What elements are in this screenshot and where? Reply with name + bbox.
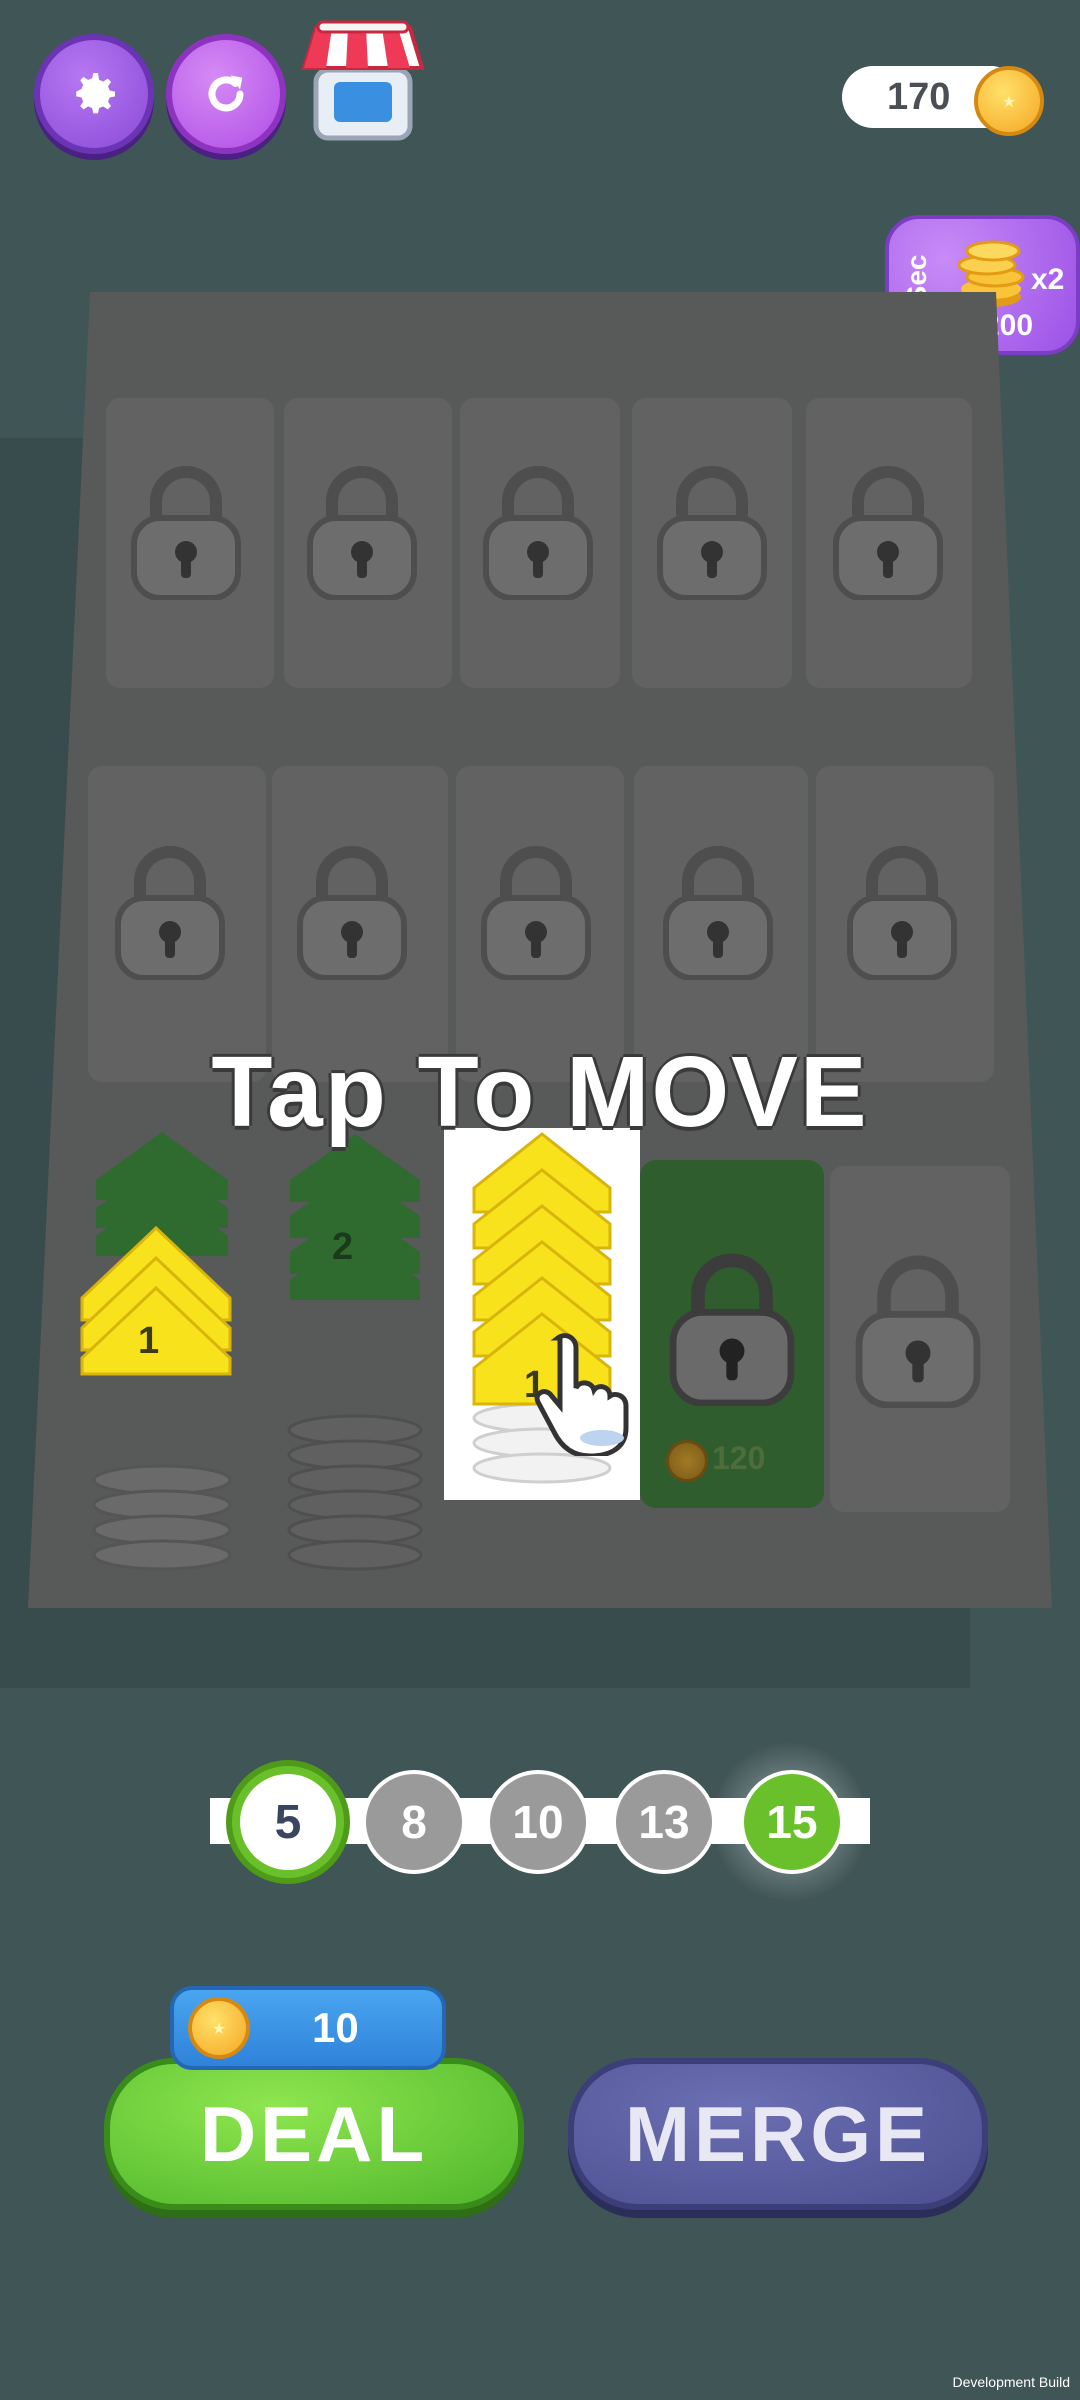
lock-icon <box>657 466 767 600</box>
bonus-multiplier: x2 <box>1031 263 1065 296</box>
restart-icon <box>208 75 244 112</box>
coin-balance-value: 170 <box>887 75 951 118</box>
stack-column-2[interactable]: 2 <box>270 1120 440 1590</box>
merge-button[interactable]: MERGE <box>568 2058 988 2210</box>
lock-icon <box>115 846 225 980</box>
settings-button[interactable] <box>34 34 154 154</box>
coin-icon <box>666 1440 708 1482</box>
milestone-node: 8 <box>362 1770 466 1874</box>
lock-icon <box>297 846 407 980</box>
lock-icon <box>833 466 943 600</box>
restart-button[interactable] <box>166 34 286 154</box>
stack-top-value: 2 <box>332 1226 354 1268</box>
lock-icon <box>847 846 957 980</box>
lock-icon <box>307 466 417 600</box>
deal-label: DEAL <box>199 2089 429 2178</box>
stack-column-1[interactable]: 1 <box>76 1120 248 1590</box>
milestone-node: 13 <box>612 1770 716 1874</box>
lock-icon <box>131 466 241 600</box>
chip-stack <box>80 1132 232 1571</box>
tap-to-move-hint: Tap To MOVE <box>211 1036 869 1148</box>
gear-icon <box>76 73 115 114</box>
merge-label: MERGE <box>624 2089 932 2178</box>
slot-price: 120 <box>712 1440 766 1476</box>
milestone-label: 5 <box>240 1774 336 1870</box>
lock-icon <box>481 846 591 980</box>
lock-icon <box>855 1255 981 1408</box>
shop-icon <box>301 20 425 141</box>
coin-icon: ★ <box>188 1997 250 2059</box>
stack-top-value: 1 <box>138 1320 160 1362</box>
lock-icon <box>669 1253 795 1406</box>
coin-icon: ★ <box>974 66 1044 136</box>
deal-cost-value: 10 <box>312 2004 359 2051</box>
deal-cost: ★ 10 <box>170 1986 446 2070</box>
build-label: Development Build <box>952 2374 1070 2390</box>
milestone-node: 10 <box>486 1770 590 1874</box>
purchasable-slot[interactable]: 120 <box>640 1160 824 1508</box>
milestone-goal: 15 <box>740 1770 844 1874</box>
pointing-hand-icon <box>534 1333 629 1456</box>
lock-icon <box>663 846 773 980</box>
milestone-current: 5 <box>226 1760 350 1884</box>
deal-button[interactable]: DEAL <box>104 2058 524 2210</box>
lock-icon <box>483 466 593 600</box>
chip-stack <box>287 1134 423 1571</box>
shop-button[interactable] <box>296 20 430 144</box>
